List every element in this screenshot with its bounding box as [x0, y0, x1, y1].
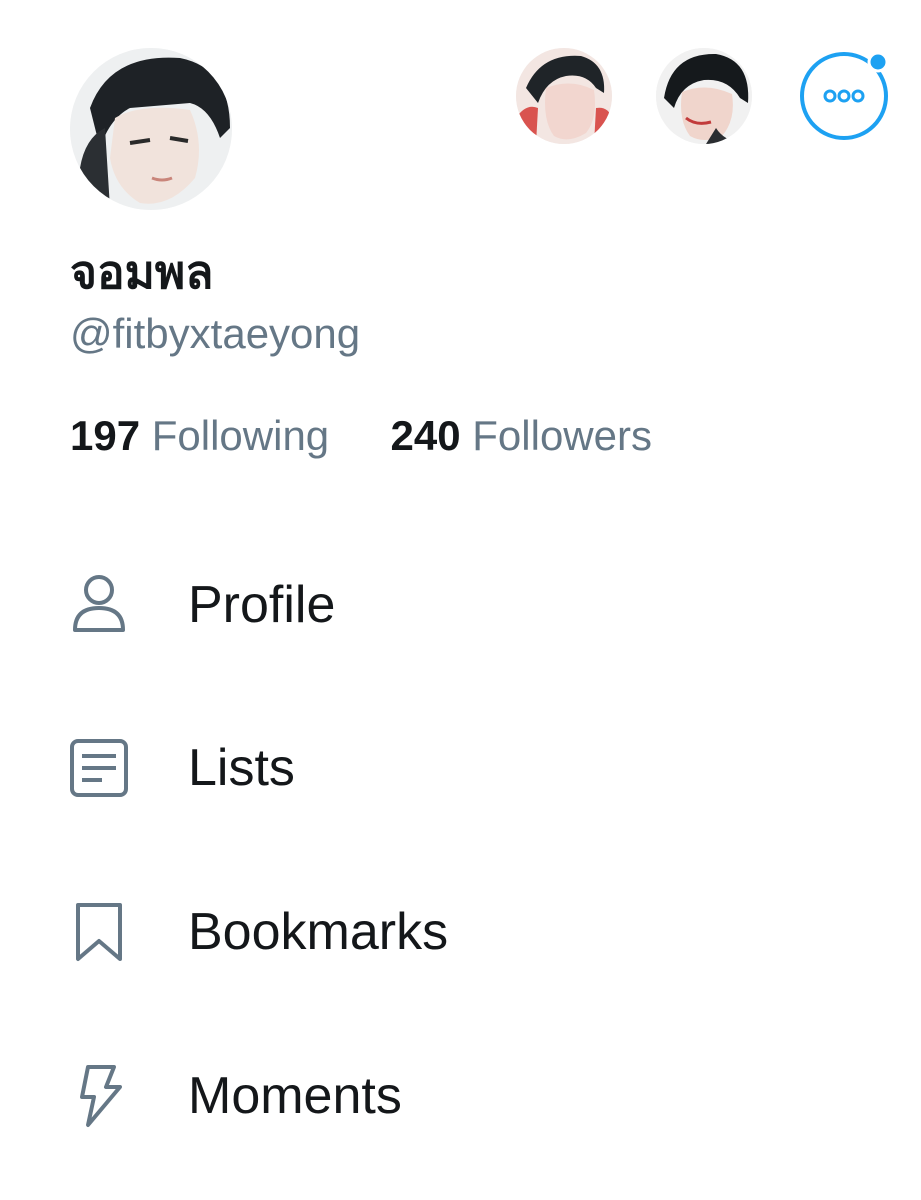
following-label: Following: [151, 412, 330, 459]
list-document-icon: [70, 739, 128, 797]
followers-count: 240: [390, 412, 461, 459]
lightning-bolt-icon: [80, 1065, 122, 1127]
account-avatar-image: [516, 48, 612, 144]
following-link[interactable]: 197 Following: [70, 412, 341, 459]
menu-item-bookmarks[interactable]: Bookmarks: [0, 872, 921, 992]
menu-item-label: Lists: [188, 739, 295, 797]
menu-item-lists[interactable]: Lists: [0, 708, 921, 828]
display-name[interactable]: จอมพล: [70, 244, 213, 300]
following-count: 197: [70, 412, 141, 459]
user-handle[interactable]: @fitbyxtaeyong: [70, 306, 360, 362]
followers-link[interactable]: 240 Followers: [391, 412, 652, 459]
menu-item-profile[interactable]: Profile: [0, 545, 921, 665]
menu-item-moments[interactable]: Moments: [0, 1036, 921, 1156]
avatar-image: [70, 48, 232, 210]
bookmark-icon: [76, 903, 122, 961]
more-options-button[interactable]: [798, 48, 892, 142]
menu-item-label: Bookmarks: [188, 903, 449, 961]
account-switch-avatar-1[interactable]: [516, 48, 612, 144]
follow-stats: 197 Following 240 Followers: [70, 408, 652, 464]
menu-item-label: Moments: [188, 1067, 402, 1125]
followers-label: Followers: [472, 412, 652, 459]
avatar[interactable]: [70, 48, 232, 210]
account-switch-avatar-2[interactable]: [656, 48, 752, 144]
more-horizontal-icon: [800, 51, 889, 140]
notification-dot: [867, 51, 889, 73]
person-icon: [73, 575, 125, 632]
menu-item-label: Profile: [188, 576, 336, 634]
account-avatar-image: [656, 48, 752, 144]
